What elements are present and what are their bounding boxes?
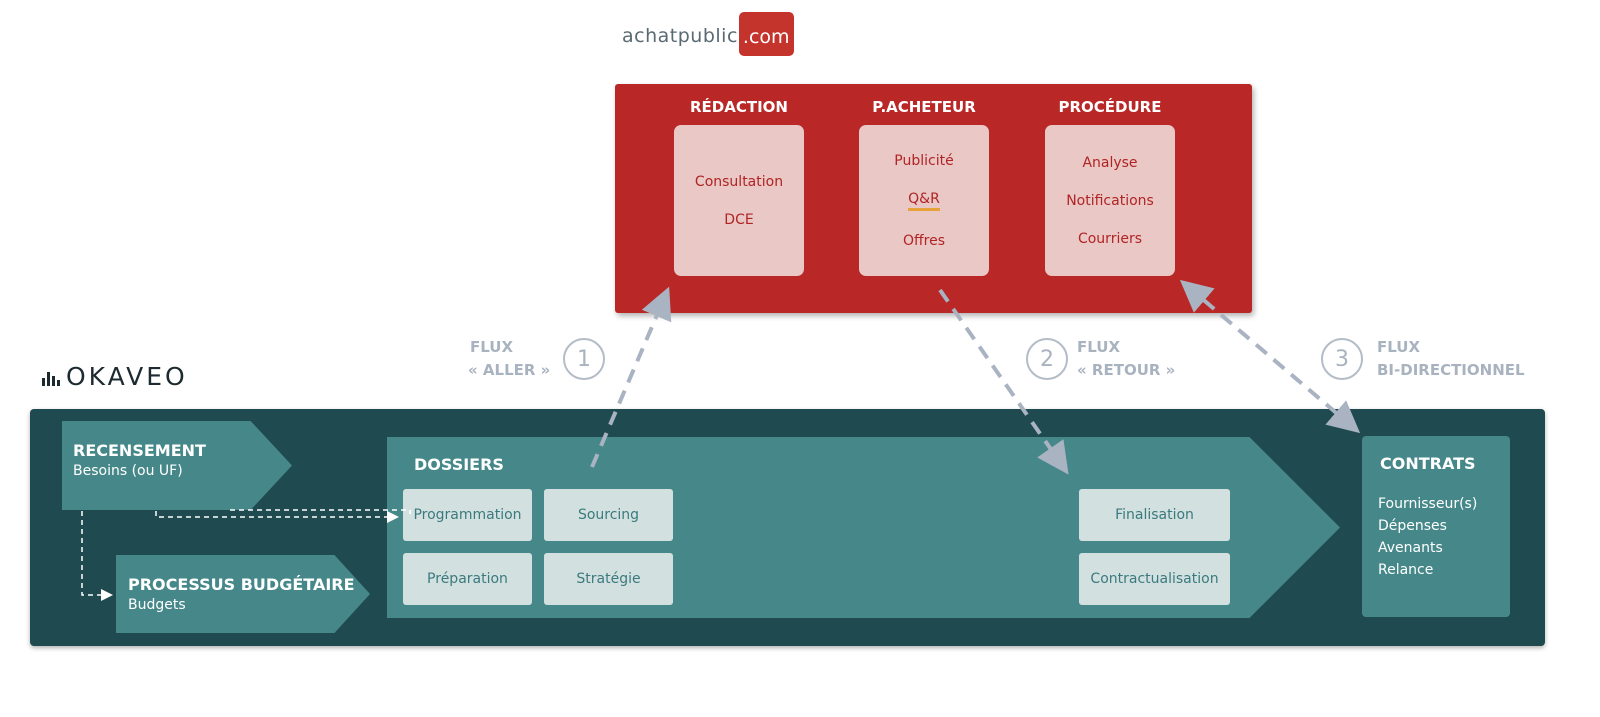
item-dce: DCE bbox=[724, 211, 754, 228]
procedure-box: Analyse Notifications Courriers bbox=[1045, 125, 1175, 276]
budget-title: PROCESSUS BUDGÉTAIRE bbox=[128, 575, 355, 594]
achatpublic-logo: achatpublic .com bbox=[622, 10, 794, 56]
contrat-fournisseurs: Fournisseur(s) bbox=[1378, 496, 1478, 512]
item-analyse: Analyse bbox=[1082, 154, 1138, 171]
flux-1-number: 1 bbox=[563, 338, 605, 380]
recensement-block: RECENSEMENT Besoins (ou UF) bbox=[62, 421, 292, 510]
redaction-box: Consultation DCE bbox=[674, 125, 804, 276]
flux-1-line1: FLUX bbox=[470, 338, 514, 356]
budget-subtitle: Budgets bbox=[128, 597, 186, 613]
dossier-programmation: Programmation bbox=[403, 489, 532, 541]
flux-3-line1: FLUX bbox=[1377, 338, 1421, 356]
flux-2-line1: FLUX bbox=[1077, 338, 1121, 356]
pacheteur-box: Publicité Q&R Offres bbox=[859, 125, 989, 276]
recensement-title: RECENSEMENT bbox=[73, 441, 206, 460]
flux-1-line2: « ALLER » bbox=[468, 361, 551, 379]
column-title-redaction: RÉDACTION bbox=[690, 98, 788, 116]
dossier-strategie: Stratégie bbox=[544, 553, 673, 605]
budget-block: PROCESSUS BUDGÉTAIRE Budgets bbox=[116, 555, 370, 633]
contrats-title: CONTRATS bbox=[1380, 454, 1476, 473]
okaveo-logo: OKAVEO bbox=[42, 362, 188, 391]
contrats-block: CONTRATS Fournisseur(s) Dépenses Avenant… bbox=[1362, 436, 1510, 617]
flux-3-number: 3 bbox=[1321, 338, 1363, 380]
okaveo-logo-text: OKAVEO bbox=[66, 362, 188, 391]
item-qr: Q&R bbox=[908, 191, 940, 211]
achatpublic-logo-badge: .com bbox=[738, 12, 794, 56]
flux-2-number: 2 bbox=[1026, 338, 1068, 380]
flux-2-line2: « RETOUR » bbox=[1077, 361, 1176, 379]
flux-3-line2: BI-DIRECTIONNEL bbox=[1377, 361, 1525, 379]
dossier-finalisation: Finalisation bbox=[1079, 489, 1230, 541]
recensement-subtitle: Besoins (ou UF) bbox=[73, 463, 183, 479]
item-notifications: Notifications bbox=[1066, 192, 1154, 209]
dossier-contractualisation: Contractualisation bbox=[1079, 553, 1230, 605]
contrat-avenants: Avenants bbox=[1378, 540, 1443, 556]
bars-icon bbox=[42, 368, 60, 386]
contrat-depenses: Dépenses bbox=[1378, 518, 1447, 534]
dossiers-title: DOSSIERS bbox=[414, 455, 504, 474]
flux-2-label: FLUX « RETOUR » bbox=[1077, 336, 1175, 382]
column-title-procedure: PROCÉDURE bbox=[1058, 98, 1162, 116]
flux-1-label: FLUX « ALLER » bbox=[468, 336, 558, 382]
contrat-relance: Relance bbox=[1378, 562, 1434, 578]
dossier-preparation: Préparation bbox=[403, 553, 532, 605]
dossier-sourcing: Sourcing bbox=[544, 489, 673, 541]
item-offres: Offres bbox=[902, 232, 946, 249]
item-consultation: Consultation bbox=[694, 173, 784, 190]
column-title-pacheteur: P.ACHETEUR bbox=[872, 98, 976, 116]
item-publicite: Publicité bbox=[894, 152, 954, 169]
achatpublic-logo-text: achatpublic bbox=[622, 25, 738, 47]
flux-3-label: FLUX BI-DIRECTIONNEL bbox=[1377, 336, 1525, 382]
item-courriers: Courriers bbox=[1077, 230, 1143, 247]
